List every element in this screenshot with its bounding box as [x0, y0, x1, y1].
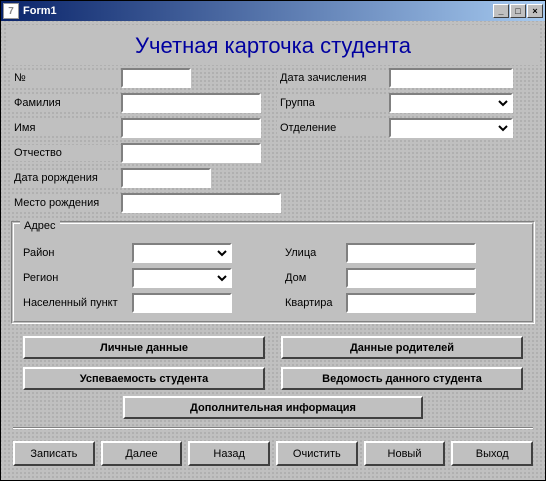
input-house[interactable] [346, 268, 476, 288]
input-patronymic[interactable] [121, 143, 261, 163]
groupbox-caption: Адрес [20, 220, 60, 232]
select-district[interactable] [132, 243, 232, 263]
page-title: Учетная карточка студента [7, 25, 539, 65]
label-surname: Фамилия [11, 95, 121, 111]
select-group[interactable] [389, 93, 513, 113]
groupbox-address: Адрес Район Регион Населенный пункт [11, 221, 535, 324]
form-body: Учетная карточка студента № Фамилия Имя … [1, 21, 545, 480]
personal-data-button[interactable]: Личные данные [23, 336, 265, 359]
input-birth-place[interactable] [121, 193, 281, 213]
window-title: Form1 [23, 5, 492, 17]
input-enroll-date[interactable] [389, 68, 513, 88]
input-birth-date[interactable] [121, 168, 211, 188]
label-street: Улица [282, 245, 346, 261]
label-patronymic: Отчество [11, 145, 121, 161]
maximize-button[interactable]: □ [510, 4, 526, 18]
label-region: Регион [20, 270, 132, 286]
titlebar: 7 Form1 _ □ × [1, 1, 545, 21]
exit-button[interactable]: Выход [451, 441, 533, 466]
new-button[interactable]: Новый [364, 441, 446, 466]
minimize-button[interactable]: _ [493, 4, 509, 18]
input-flat[interactable] [346, 293, 476, 313]
back-button[interactable]: Назад [188, 441, 270, 466]
clear-button[interactable]: Очистить [276, 441, 358, 466]
label-house: Дом [282, 270, 346, 286]
label-birth-place: Место рождения [11, 195, 121, 211]
next-button[interactable]: Далее [101, 441, 183, 466]
label-enroll-date: Дата зачисления [277, 70, 389, 86]
label-name: Имя [11, 120, 121, 136]
label-locality: Населенный пункт [20, 295, 132, 311]
input-number[interactable] [121, 68, 191, 88]
student-progress-button[interactable]: Успеваемость студента [23, 367, 265, 390]
label-group: Группа [277, 95, 389, 111]
select-department[interactable] [389, 118, 513, 138]
save-button[interactable]: Записать [13, 441, 95, 466]
close-button[interactable]: × [527, 4, 543, 18]
parents-data-button[interactable]: Данные родителей [281, 336, 523, 359]
input-name[interactable] [121, 118, 261, 138]
app-icon: 7 [3, 3, 19, 19]
input-street[interactable] [346, 243, 476, 263]
label-district: Район [20, 245, 132, 261]
input-locality[interactable] [132, 293, 232, 313]
divider [13, 427, 533, 429]
label-department: Отделение [277, 120, 389, 136]
label-birth-date: Дата рорждения [11, 170, 121, 186]
student-vedomost-button[interactable]: Ведомость данного студента [281, 367, 523, 390]
additional-info-button[interactable]: Дополнительная информация [123, 396, 423, 419]
select-region[interactable] [132, 268, 232, 288]
label-number: № [11, 70, 121, 86]
window: 7 Form1 _ □ × Учетная карточка студента … [0, 0, 546, 481]
input-surname[interactable] [121, 93, 261, 113]
label-flat: Квартира [282, 295, 346, 311]
